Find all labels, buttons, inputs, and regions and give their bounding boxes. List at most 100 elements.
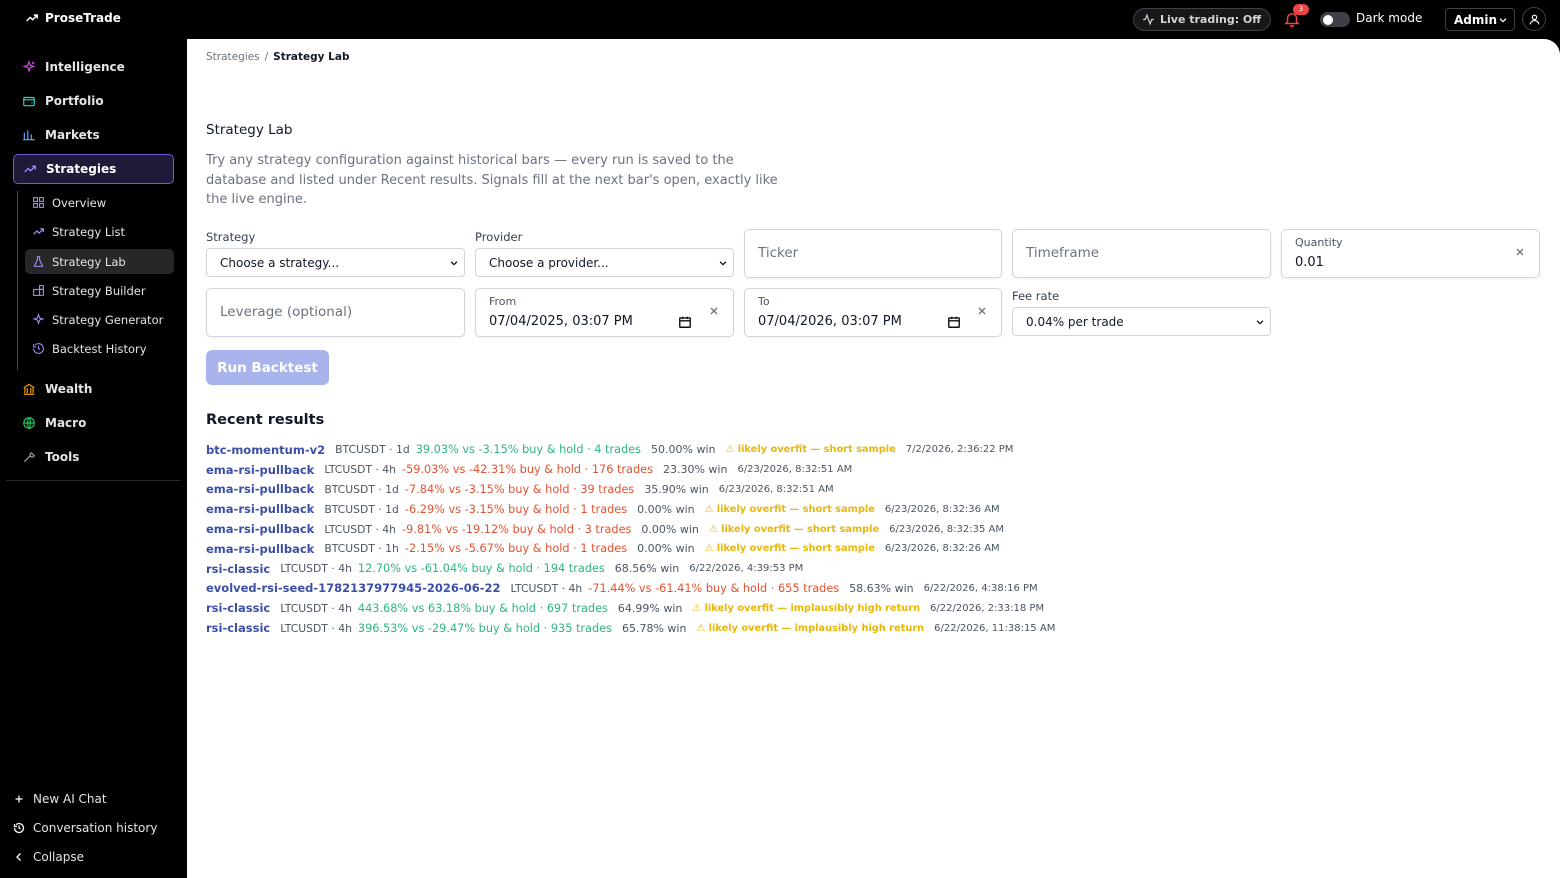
result-strategy-link[interactable]: ema-rsi-pullback bbox=[206, 482, 314, 496]
result-win-rate: 64.99% win bbox=[617, 601, 683, 615]
sidebar-subitem-overview[interactable]: Overview bbox=[25, 190, 174, 215]
new-ai-chat-button[interactable]: New AI Chat bbox=[13, 792, 107, 806]
timeframe-input[interactable]: Timeframe bbox=[1012, 229, 1271, 278]
fee-rate-select[interactable]: 0.04% per trade bbox=[1012, 307, 1271, 336]
dark-mode-toggle[interactable] bbox=[1320, 12, 1350, 27]
history-icon bbox=[13, 822, 25, 834]
close-icon[interactable] bbox=[976, 305, 988, 317]
user-menu-button[interactable] bbox=[1522, 7, 1546, 31]
timeframe-placeholder: Timeframe bbox=[1026, 245, 1100, 261]
sidebar: Intelligence Portfolio Markets Strategie… bbox=[0, 39, 187, 878]
breadcrumb-separator: / bbox=[264, 51, 269, 63]
result-strategy-link[interactable]: rsi-classic bbox=[206, 621, 270, 635]
account-label: Admin bbox=[1454, 12, 1498, 27]
brand[interactable]: ProseTrade bbox=[25, 11, 121, 25]
provider-select[interactable]: Choose a provider... bbox=[475, 248, 734, 277]
breadcrumb-parent[interactable]: Strategies bbox=[206, 51, 260, 63]
sidebar-item-wealth[interactable]: Wealth bbox=[13, 374, 174, 404]
trend-up-icon bbox=[26, 14, 38, 22]
sidebar-item-portfolio[interactable]: Portfolio bbox=[13, 86, 174, 116]
quantity-label: Quantity bbox=[1295, 236, 1343, 249]
from-date-input[interactable]: From 07/04/2025, 03:07 PM bbox=[475, 288, 734, 337]
result-strategy-link[interactable]: rsi-classic bbox=[206, 601, 270, 615]
to-date-input[interactable]: To 07/04/2026, 03:07 PM bbox=[744, 288, 1002, 337]
result-row: ema-rsi-pullback LTCUSDT · 4h -59.03% vs -… bbox=[206, 460, 1206, 480]
result-timestamp: 6/23/2026, 8:32:51 AM bbox=[718, 483, 834, 495]
chevron-left-icon bbox=[16, 853, 21, 861]
collapse-button[interactable]: Collapse bbox=[13, 850, 84, 864]
result-strategy-link[interactable]: ema-rsi-pullback bbox=[206, 522, 314, 536]
sidebar-subitem-backtest-history[interactable]: Backtest History bbox=[25, 336, 174, 361]
blocks-icon bbox=[33, 285, 44, 296]
leverage-placeholder: Leverage (optional) bbox=[220, 304, 353, 320]
ticker-placeholder: Ticker bbox=[758, 245, 799, 261]
sidebar-item-markets[interactable]: Markets bbox=[13, 120, 174, 150]
quantity-input[interactable]: Quantity 0.01 bbox=[1281, 229, 1540, 278]
result-strategy-link[interactable]: ema-rsi-pullback bbox=[206, 542, 314, 556]
quantity-value: 0.01 bbox=[1295, 255, 1324, 270]
result-strategy-link[interactable]: ema-rsi-pullback bbox=[206, 502, 314, 516]
sidebar-item-label: Strategies bbox=[46, 162, 117, 176]
fee-rate-label: Fee rate bbox=[1012, 289, 1060, 303]
sidebar-subitem-strategy-generator[interactable]: Strategy Generator bbox=[25, 307, 174, 332]
result-return: -7.84% vs -3.15% buy & hold · 39 trades bbox=[404, 482, 635, 496]
sidebar-subitem-strategy-lab[interactable]: Strategy Lab bbox=[25, 249, 174, 274]
close-icon[interactable] bbox=[708, 305, 720, 317]
result-strategy-link[interactable]: rsi-classic bbox=[206, 562, 270, 576]
run-backtest-button[interactable]: Run Backtest bbox=[206, 350, 329, 385]
from-value: 07/04/2025, 03:07 PM bbox=[489, 314, 633, 329]
strategy-select[interactable]: Choose a strategy... bbox=[206, 248, 465, 277]
result-overfit-warning: ⚠ likely overfit — short sample bbox=[725, 444, 896, 456]
result-market: LTCUSDT · 4h bbox=[280, 562, 352, 576]
sidebar-subitem-label: Backtest History bbox=[52, 341, 147, 356]
sidebar-subitem-strategy-list[interactable]: Strategy List bbox=[25, 219, 174, 244]
sidebar-item-intelligence[interactable]: Intelligence bbox=[13, 52, 174, 82]
leverage-input[interactable]: Leverage (optional) bbox=[206, 288, 465, 337]
result-row: ema-rsi-pullback BTCUSDT · 1d -6.29% vs -3… bbox=[206, 499, 1206, 519]
live-trading-status[interactable]: Live trading: Off bbox=[1133, 8, 1272, 31]
collapse-label: Collapse bbox=[33, 850, 84, 864]
result-win-rate: 65.78% win bbox=[621, 621, 687, 635]
sidebar-item-strategies[interactable]: Strategies bbox=[13, 154, 174, 184]
user-icon bbox=[1529, 14, 1539, 24]
provider-label: Provider bbox=[475, 230, 523, 244]
submenu-line bbox=[17, 191, 18, 370]
result-win-rate: 50.00% win bbox=[651, 443, 716, 457]
top-bar: ProseTrade Live trading: Off 3 Dark mode… bbox=[0, 0, 1560, 39]
conversation-history-label: Conversation history bbox=[33, 821, 158, 835]
strategy-label: Strategy bbox=[206, 230, 256, 244]
wrench-icon bbox=[23, 452, 36, 463]
chevron-down-icon bbox=[719, 260, 727, 266]
calendar-icon[interactable] bbox=[678, 315, 692, 329]
sidebar-subitem-strategy-builder[interactable]: Strategy Builder bbox=[25, 278, 174, 303]
sidebar-subitem-label: Strategy Generator bbox=[52, 312, 164, 327]
calendar-icon[interactable] bbox=[947, 315, 961, 329]
result-timestamp: 6/22/2026, 11:38:15 AM bbox=[934, 622, 1056, 634]
close-icon[interactable] bbox=[1514, 246, 1526, 258]
recent-results-list: btc-momentum-v2 BTCUSDT · 1d 39.03% vs -3.… bbox=[206, 440, 1206, 638]
sidebar-item-macro[interactable]: Macro bbox=[13, 408, 174, 438]
brand-name: ProseTrade bbox=[45, 11, 121, 25]
result-overfit-warning: ⚠ likely overfit — implausibly high retu… bbox=[692, 602, 921, 614]
result-market: LTCUSDT · 4h bbox=[510, 581, 583, 595]
sidebar-subitem-label: Strategy Builder bbox=[52, 283, 146, 298]
result-overfit-warning: ⚠ likely overfit — implausibly high retu… bbox=[696, 622, 925, 634]
wallet-icon bbox=[23, 96, 35, 107]
sidebar-subitem-label: Strategy List bbox=[52, 224, 126, 239]
from-label: From bbox=[489, 295, 517, 308]
recent-results-title: Recent results bbox=[206, 412, 325, 428]
result-timestamp: 6/22/2026, 2:33:18 PM bbox=[930, 602, 1045, 614]
conversation-history-button[interactable]: Conversation history bbox=[13, 821, 157, 835]
sidebar-item-tools[interactable]: Tools bbox=[13, 442, 174, 472]
sidebar-item-label: Portfolio bbox=[45, 94, 104, 108]
ticker-input[interactable]: Ticker bbox=[744, 229, 1002, 278]
result-strategy-link[interactable]: evolved-rsi-seed-1782137977945-2026-06-2… bbox=[206, 581, 500, 595]
live-trading-label: Live trading: Off bbox=[1160, 13, 1262, 26]
globe-icon bbox=[23, 417, 35, 429]
result-market: BTCUSDT · 1d bbox=[335, 443, 410, 457]
result-strategy-link[interactable]: ema-rsi-pullback bbox=[206, 463, 314, 477]
result-timestamp: 6/23/2026, 8:32:35 AM bbox=[889, 523, 1004, 535]
account-select[interactable]: Admin bbox=[1445, 8, 1515, 31]
plus-icon bbox=[15, 795, 23, 803]
result-strategy-link[interactable]: btc-momentum-v2 bbox=[206, 443, 325, 457]
